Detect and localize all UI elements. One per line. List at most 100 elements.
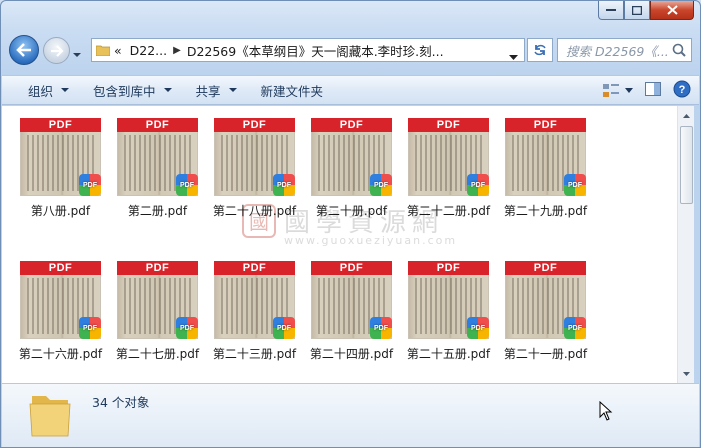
pdf-thumbnail: PDF PDF: [505, 118, 586, 196]
scroll-down-button[interactable]: [679, 365, 694, 382]
close-icon: [666, 5, 678, 15]
pdf-thumbnail: PDF PDF: [117, 261, 198, 339]
pdf-file-icon: PDF: [79, 317, 101, 339]
pdf-band-label: PDF: [214, 261, 295, 275]
scroll-thumb[interactable]: [680, 126, 693, 204]
command-bar: 组织 包含到库中 共享 新建文件夹 ?: [2, 75, 699, 105]
refresh-button[interactable]: [527, 38, 553, 62]
pdf-file-icon: PDF: [564, 174, 586, 196]
chevron-down-icon: [61, 88, 70, 92]
pdf-band-label: PDF: [117, 261, 198, 275]
minimize-button[interactable]: [598, 1, 624, 20]
view-grid-icon: [603, 83, 619, 97]
pdf-file-icon: PDF: [273, 174, 295, 196]
new-folder-label: 新建文件夹: [260, 83, 324, 99]
item-count: 34 个对象: [92, 395, 150, 410]
pdf-file-icon: PDF: [370, 317, 392, 339]
chevron-down-icon: [509, 55, 518, 60]
folder-icon: [92, 44, 114, 56]
file-item[interactable]: PDF PDF 第二册.pdf: [100, 108, 198, 218]
organize-menu[interactable]: 组织: [2, 76, 81, 104]
share-menu[interactable]: 共享: [184, 76, 249, 104]
maximize-button[interactable]: [624, 1, 650, 20]
mouse-cursor-icon: [599, 400, 613, 424]
pdf-band-label: PDF: [311, 118, 392, 132]
pdf-thumbnail: PDF PDF: [408, 261, 489, 339]
breadcrumb-separator-icon[interactable]: ▶: [173, 45, 181, 56]
new-folder-button[interactable]: 新建文件夹: [249, 76, 336, 104]
pdf-band-label: PDF: [311, 261, 392, 275]
organize-label: 组织: [28, 83, 54, 99]
scroll-up-button[interactable]: [679, 107, 694, 124]
file-item[interactable]: PDF PDF 第二十一册.pdf: [488, 251, 587, 361]
recent-pages-dropdown[interactable]: [72, 47, 82, 57]
search-icon[interactable]: [672, 43, 686, 60]
pdf-thumbnail: PDF PDF: [408, 118, 489, 196]
pdf-band-label: PDF: [20, 261, 101, 275]
file-item[interactable]: PDF PDF 第二十八册.pdf: [197, 108, 296, 218]
details-pane: 34 个对象: [2, 383, 699, 447]
breadcrumb-parent[interactable]: D22...: [130, 43, 167, 58]
file-item[interactable]: PDF PDF 第二十三册.pdf: [197, 251, 296, 361]
preview-pane-button[interactable]: [645, 82, 661, 99]
watermark-url: www.guoxueziyuan.com: [284, 234, 458, 247]
chevron-down-icon: [683, 371, 690, 376]
file-item[interactable]: PDF PDF 第二十五册.pdf: [391, 251, 490, 361]
pdf-thumbnail: PDF PDF: [20, 261, 101, 339]
pdf-band-label: PDF: [505, 261, 586, 275]
pdf-thumbnail: PDF PDF: [214, 261, 295, 339]
pdf-thumbnail: PDF PDF: [20, 118, 101, 196]
pdf-band-label: PDF: [117, 118, 198, 132]
address-bar[interactable]: « D22... ▶ D22569《本草纲目》天一阁藏本.李时珍.刻...: [91, 38, 525, 62]
pdf-band-label: PDF: [214, 118, 295, 132]
back-button[interactable]: [9, 35, 39, 65]
file-item[interactable]: PDF PDF 第二十九册.pdf: [488, 108, 587, 218]
address-dropdown[interactable]: [509, 48, 518, 63]
refresh-icon: [534, 44, 546, 56]
file-name[interactable]: 第二十一册.pdf: [488, 345, 603, 362]
file-item[interactable]: PDF PDF 第八册.pdf: [3, 108, 101, 218]
include-label: 包含到库中: [93, 83, 156, 99]
pdf-file-icon: PDF: [467, 174, 489, 196]
pdf-thumbnail: PDF PDF: [311, 261, 392, 339]
pdf-file-icon: PDF: [176, 317, 198, 339]
chevron-down-icon: [228, 88, 237, 92]
file-list-area[interactable]: 國 國學資源網 www.guoxueziyuan.com PDF PDF 第八册.p…: [2, 106, 677, 383]
pdf-band-label: PDF: [408, 118, 489, 132]
svg-text:?: ?: [679, 84, 686, 96]
include-in-library-menu[interactable]: 包含到库中: [81, 76, 184, 104]
explorer-window: « D22... ▶ D22569《本草纲目》天一阁藏本.李时珍.刻... 搜索…: [0, 0, 701, 448]
pdf-thumbnail: PDF PDF: [214, 118, 295, 196]
pdf-band-label: PDF: [20, 118, 101, 132]
address-prefix[interactable]: «: [114, 43, 122, 58]
pdf-thumbnail: PDF PDF: [117, 118, 198, 196]
pdf-thumbnail: PDF PDF: [311, 118, 392, 196]
share-label: 共享: [195, 83, 221, 99]
file-item[interactable]: PDF PDF 第二十二册.pdf: [391, 108, 490, 218]
breadcrumb-current[interactable]: D22569《本草纲目》天一阁藏本.李时珍.刻...: [187, 41, 444, 60]
folder-icon: [28, 390, 74, 443]
pdf-file-icon: PDF: [176, 174, 198, 196]
vertical-scrollbar[interactable]: [677, 106, 694, 383]
pdf-file-icon: PDF: [467, 317, 489, 339]
forward-button[interactable]: [43, 37, 70, 64]
file-item[interactable]: PDF PDF 第二十册.pdf: [294, 108, 392, 218]
caption-buttons: [598, 1, 694, 20]
back-arrow-icon: [16, 43, 31, 57]
help-icon: ?: [673, 80, 691, 98]
change-view-button[interactable]: [603, 83, 633, 98]
help-button[interactable]: ?: [673, 80, 691, 101]
file-item[interactable]: PDF PDF 第二十六册.pdf: [3, 251, 102, 361]
file-name[interactable]: 第二十九册.pdf: [488, 202, 603, 219]
close-button[interactable]: [650, 1, 694, 20]
search-input[interactable]: 搜索 D22569《...: [557, 38, 692, 62]
chevron-down-icon: [163, 88, 172, 92]
forward-arrow-icon: [50, 44, 64, 57]
file-item[interactable]: PDF PDF 第二十七册.pdf: [100, 251, 199, 361]
pdf-file-icon: PDF: [564, 317, 586, 339]
chevron-down-icon: [73, 53, 81, 57]
pdf-band-label: PDF: [505, 118, 586, 132]
pdf-file-icon: PDF: [273, 317, 295, 339]
search-placeholder: 搜索 D22569《...: [566, 43, 669, 59]
file-item[interactable]: PDF PDF 第二十四册.pdf: [294, 251, 393, 361]
